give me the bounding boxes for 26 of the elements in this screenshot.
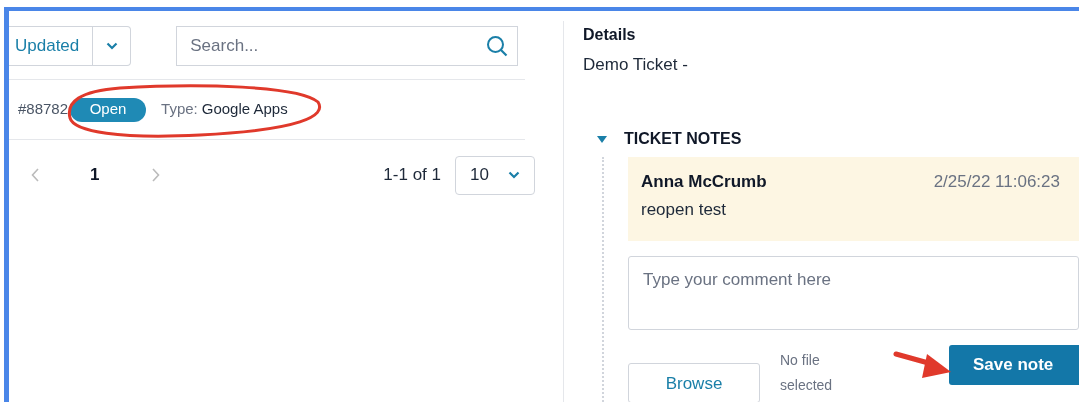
chevron-left-icon[interactable] [31, 168, 39, 182]
type-value: Google Apps [201, 99, 288, 120]
chevron-right-icon[interactable] [152, 168, 161, 182]
note-time: 2/25/22 11:06:23 [933, 171, 1060, 193]
file-status: No file selected [780, 351, 834, 395]
chevron-down-icon [508, 171, 520, 179]
note-text: reopen test [641, 199, 728, 221]
save-note-button[interactable]: Save note [949, 345, 1079, 385]
ticket-row[interactable]: #88782 Open Type: Google Apps [9, 80, 535, 139]
section-title: TICKET NOTES [624, 129, 742, 149]
ticket-title: Demo Ticket - [583, 54, 689, 76]
search-icon[interactable] [486, 35, 509, 57]
type-label: Type: [161, 99, 198, 120]
search-field[interactable]: Search... [176, 26, 519, 66]
note-author: Anna McCrumb [641, 171, 767, 193]
page-link[interactable]: 1 [90, 162, 100, 188]
page-range: 1-1 of 1 [383, 164, 441, 187]
caret-down-icon[interactable] [597, 135, 607, 143]
per-page-select[interactable]: 10 [455, 155, 535, 195]
details-heading: Details [583, 25, 637, 45]
comment-field[interactable]: Type your comment here [628, 256, 1079, 330]
status-badge: Open [70, 97, 147, 122]
browse-button[interactable]: Browse [628, 363, 760, 402]
ticket-number: #88782 [18, 99, 69, 120]
annotation-arrow [893, 351, 951, 378]
chevron-down-icon [105, 42, 118, 50]
